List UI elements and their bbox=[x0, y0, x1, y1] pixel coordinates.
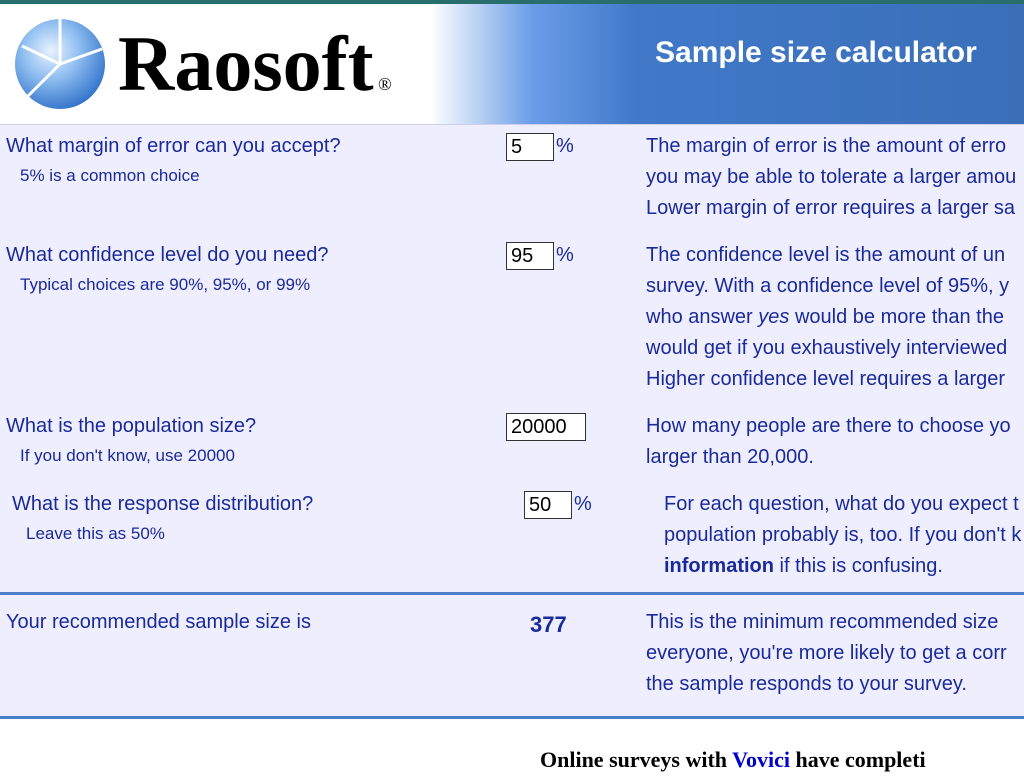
population-question: What is the population size? bbox=[6, 413, 496, 439]
margin-input[interactable] bbox=[506, 133, 554, 161]
row-confidence-level: What confidence level do you need? Typic… bbox=[0, 234, 1024, 405]
response-hint: Leave this as 50% bbox=[12, 523, 502, 545]
confidence-question: What confidence level do you need? bbox=[6, 242, 496, 268]
response-unit: % bbox=[574, 491, 592, 517]
confidence-input[interactable] bbox=[506, 242, 554, 270]
row-result: Your recommended sample size is 377 This… bbox=[0, 592, 1024, 719]
row-margin-of-error: What margin of error can you accept? 5% … bbox=[0, 125, 1024, 234]
result-value: 377 bbox=[506, 609, 646, 702]
row-response-distribution: What is the response distribution? Leave… bbox=[0, 483, 1024, 592]
logo-area: Raosoft® bbox=[0, 4, 374, 124]
confidence-description: The confidence level is the amount of un… bbox=[646, 242, 1024, 397]
margin-hint: 5% is a common choice bbox=[6, 165, 496, 187]
population-hint: If you don't know, use 20000 bbox=[6, 445, 496, 467]
population-description: How many people are there to choose yo l… bbox=[646, 413, 1024, 475]
calculator-form: What margin of error can you accept? 5% … bbox=[0, 124, 1024, 719]
row-population-size: What is the population size? If you don'… bbox=[0, 405, 1024, 483]
margin-description: The margin of error is the amount of err… bbox=[646, 133, 1024, 226]
brand-name: Raosoft® bbox=[118, 19, 374, 109]
response-description: For each question, what do you expect t … bbox=[652, 491, 1024, 584]
brand-logo-icon bbox=[10, 14, 110, 114]
page-title: Sample size calculator bbox=[655, 36, 977, 70]
header: Raosoft® Sample size calculator bbox=[0, 4, 1024, 124]
response-question: What is the response distribution? bbox=[12, 491, 502, 517]
vovici-link[interactable]: Vovici bbox=[732, 747, 790, 772]
margin-question: What margin of error can you accept? bbox=[6, 133, 496, 159]
population-input[interactable] bbox=[506, 413, 586, 441]
margin-unit: % bbox=[556, 133, 574, 159]
result-label: Your recommended sample size is bbox=[6, 609, 496, 635]
confidence-unit: % bbox=[556, 242, 574, 268]
result-description: This is the minimum recommended size eve… bbox=[646, 609, 1024, 702]
response-input[interactable] bbox=[524, 491, 572, 519]
footer-promo: Online surveys with Vovici have completi bbox=[0, 719, 1024, 783]
registered-mark: ® bbox=[378, 74, 392, 95]
confidence-hint: Typical choices are 90%, 95%, or 99% bbox=[6, 274, 496, 296]
